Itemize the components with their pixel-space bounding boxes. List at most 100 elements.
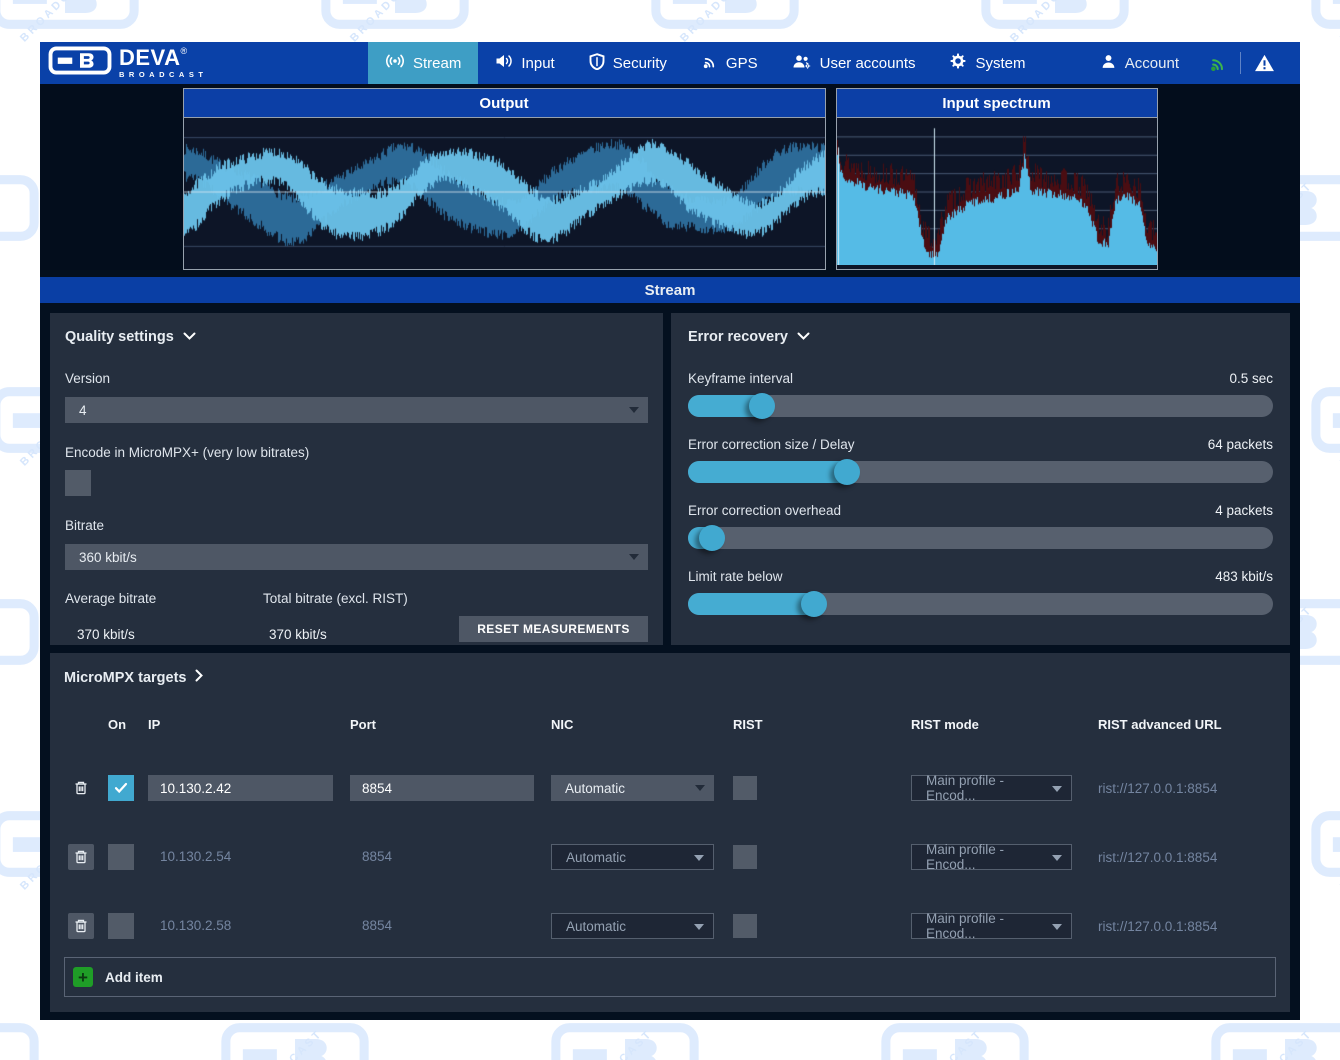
col-rist: RIST xyxy=(733,717,911,732)
speaker-icon xyxy=(495,53,513,73)
on-checkbox[interactable] xyxy=(108,844,134,870)
limit-rate-below-slider[interactable] xyxy=(688,593,1273,615)
nic-select[interactable]: Automatic xyxy=(551,775,714,801)
port-input[interactable] xyxy=(350,775,534,801)
version-label: Version xyxy=(65,371,648,386)
users-gear-icon xyxy=(792,53,812,74)
limit-rate-below-label: Limit rate below xyxy=(688,569,783,584)
micrompx-targets-panel: MicroMPX targets . On IP Port NIC RIST R… xyxy=(50,653,1290,1012)
average-bitrate-label: Average bitrate xyxy=(65,591,263,606)
delete-row-button[interactable] xyxy=(68,775,94,801)
micrompx-targets-header[interactable]: MicroMPX targets xyxy=(64,669,1276,686)
quality-settings-header[interactable]: Quality settings xyxy=(65,329,648,345)
version-select[interactable]: 4 xyxy=(65,397,648,423)
slider-thumb[interactable] xyxy=(801,591,827,617)
nic-select: Automatic xyxy=(551,844,714,870)
error-correction-size-slider[interactable] xyxy=(688,461,1273,483)
bitrate-select[interactable]: 360 kbit/s xyxy=(65,544,648,570)
error-recovery-header[interactable]: Error recovery xyxy=(688,329,1273,345)
error-correction-size-group: Error correction size / Delay 64 packets xyxy=(688,437,1273,483)
deva-logo-text: DEVA® BROADCAST xyxy=(119,47,207,79)
ip-input[interactable] xyxy=(148,775,333,801)
col-rist-mode: RIST mode xyxy=(911,717,1098,732)
error-correction-overhead-slider[interactable] xyxy=(688,527,1273,549)
dropdown-arrow-icon xyxy=(695,785,705,791)
limit-rate-below-value: 483 kbit/s xyxy=(1215,569,1273,584)
nav-tabs: Stream Input xyxy=(368,42,1043,84)
tab-input[interactable]: Input xyxy=(478,42,571,84)
page: BROADCASTBROADCASTBROADCASTBROADCASTBROA… xyxy=(0,0,1340,1060)
rist-advanced-url: rist://127.0.0.1:8854 xyxy=(1098,781,1276,796)
tab-gps[interactable]: GPS xyxy=(684,42,775,84)
col-port: Port xyxy=(350,717,551,732)
on-checkbox[interactable] xyxy=(108,913,134,939)
rist-advanced-url: rist://127.0.0.1:8854 xyxy=(1098,919,1276,934)
total-bitrate-value: 370 kbit/s xyxy=(263,627,459,642)
table-row: Automatic Main profile - Encod... rist:/… xyxy=(64,775,1276,801)
keyframe-interval-value: 0.5 sec xyxy=(1229,371,1273,386)
nic-select: Automatic xyxy=(551,913,714,939)
account-icon xyxy=(1100,53,1117,74)
rist-mode-select: Main profile - Encod... xyxy=(911,775,1072,801)
rist-checkbox[interactable] xyxy=(733,914,757,938)
targets-table-header: . On IP Port NIC RIST RIST mode RIST adv… xyxy=(64,716,1276,732)
col-nic: NIC xyxy=(551,717,733,732)
error-correction-overhead-label: Error correction overhead xyxy=(688,503,841,518)
output-waveform-canvas xyxy=(184,118,825,265)
tab-user-accounts[interactable]: User accounts xyxy=(775,42,933,84)
rist-mode-select: Main profile - Encod... xyxy=(911,913,1072,939)
chevron-down-icon xyxy=(797,329,810,345)
table-row: 10.130.2.54 8854 Automatic Main profile … xyxy=(64,844,1276,870)
nav-right: Account xyxy=(1084,42,1300,84)
dropdown-arrow-icon xyxy=(694,924,704,930)
chevron-down-icon xyxy=(183,329,196,345)
rist-checkbox[interactable] xyxy=(733,845,757,869)
slider-thumb[interactable] xyxy=(699,525,725,551)
delete-row-button[interactable] xyxy=(68,913,94,939)
dropdown-arrow-icon xyxy=(694,855,704,861)
delete-row-button[interactable] xyxy=(68,844,94,870)
dropdown-arrow-icon xyxy=(1052,924,1062,930)
dropdown-arrow-icon xyxy=(629,407,639,413)
output-scope: Output xyxy=(183,88,826,270)
ip-value-disabled: 10.130.2.54 xyxy=(148,849,231,864)
add-item-button[interactable]: + Add item xyxy=(64,957,1276,997)
chevron-right-icon xyxy=(195,669,204,686)
scopes-strip: Output Input spectrum xyxy=(40,84,1300,270)
tab-stream[interactable]: Stream xyxy=(368,42,478,84)
slider-thumb[interactable] xyxy=(834,459,860,485)
on-checkbox[interactable] xyxy=(108,775,134,801)
tab-system[interactable]: System xyxy=(932,42,1042,84)
connection-icon[interactable] xyxy=(1195,54,1240,73)
deva-logo: DEVA® BROADCAST xyxy=(40,46,368,80)
antenna-icon xyxy=(701,53,718,74)
reset-measurements-button[interactable]: RESET MEASUREMENTS xyxy=(459,616,648,642)
plus-icon: + xyxy=(73,967,93,987)
quality-settings-panel: Quality settings Version 4 Encode in Mic… xyxy=(50,313,663,645)
shield-icon xyxy=(589,53,605,74)
col-rist-url: RIST advanced URL xyxy=(1098,717,1276,732)
output-scope-title: Output xyxy=(184,89,825,118)
bitrate-label: Bitrate xyxy=(65,518,648,533)
keyframe-interval-group: Keyframe interval 0.5 sec xyxy=(688,371,1273,417)
page-title: Stream xyxy=(40,277,1300,303)
encode-label: Encode in MicroMPX+ (very low bitrates) xyxy=(65,445,648,460)
rist-checkbox[interactable] xyxy=(733,776,757,800)
app-window: DEVA® BROADCAST Stream xyxy=(40,42,1300,1020)
rist-advanced-url: rist://127.0.0.1:8854 xyxy=(1098,850,1276,865)
input-spectrum-scope: Input spectrum xyxy=(836,88,1158,270)
gear-icon xyxy=(949,52,967,74)
encode-checkbox[interactable] xyxy=(65,470,91,496)
alert-icon[interactable] xyxy=(1241,54,1288,72)
keyframe-interval-slider[interactable] xyxy=(688,395,1273,417)
error-correction-size-value: 64 packets xyxy=(1208,437,1273,452)
col-ip: IP xyxy=(148,717,350,732)
settings-row: Quality settings Version 4 Encode in Mic… xyxy=(40,303,1300,645)
port-value-disabled: 8854 xyxy=(350,849,392,864)
dropdown-arrow-icon xyxy=(1052,786,1062,792)
tab-security[interactable]: Security xyxy=(572,42,684,84)
error-correction-overhead-group: Error correction overhead 4 packets xyxy=(688,503,1273,549)
slider-thumb[interactable] xyxy=(749,393,775,419)
port-value-disabled: 8854 xyxy=(350,918,392,933)
account-button[interactable]: Account xyxy=(1084,53,1195,74)
